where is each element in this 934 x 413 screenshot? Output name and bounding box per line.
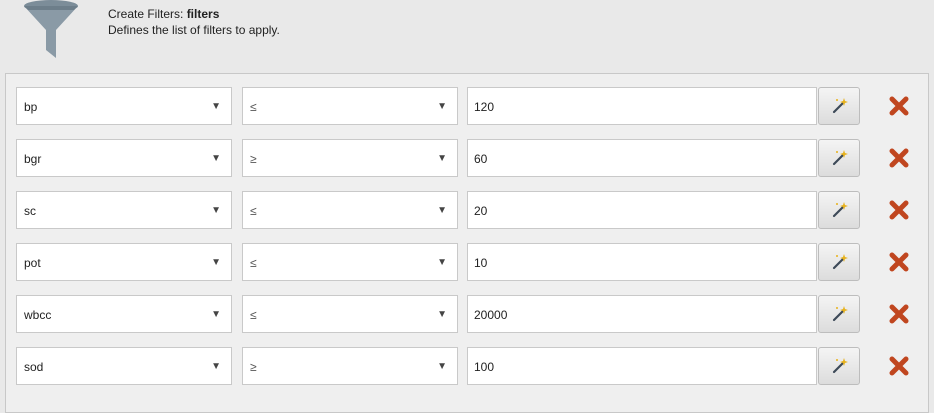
chevron-down-icon: ▼ <box>211 361 221 372</box>
field-select[interactable]: sc ▼ <box>16 191 232 229</box>
close-icon[interactable] <box>888 95 910 117</box>
chevron-down-icon: ▼ <box>437 257 447 268</box>
operator-select[interactable]: ≥ ▼ <box>242 139 458 177</box>
chevron-down-icon: ▼ <box>437 361 447 372</box>
header: Create Filters: filters Defines the list… <box>0 0 934 72</box>
close-icon[interactable] <box>888 199 910 221</box>
expression-button[interactable] <box>818 295 860 333</box>
expression-button[interactable] <box>818 191 860 229</box>
operator-select[interactable]: ≥ ▼ <box>242 347 458 385</box>
expression-button[interactable] <box>818 243 860 281</box>
value-input[interactable]: 60 <box>467 139 817 177</box>
value-input[interactable]: 20000 <box>467 295 817 333</box>
operator-value: ≤ <box>250 204 257 218</box>
operator-value: ≥ <box>250 152 257 166</box>
chevron-down-icon: ▼ <box>211 257 221 268</box>
field-value: bp <box>24 100 38 114</box>
chevron-down-icon: ▼ <box>437 153 447 164</box>
field-value: sod <box>24 360 44 374</box>
value-input[interactable]: 100 <box>467 347 817 385</box>
operator-select[interactable]: ≤ ▼ <box>242 87 458 125</box>
operator-value: ≥ <box>250 360 257 374</box>
value-input[interactable]: 20 <box>467 191 817 229</box>
page-description: Defines the list of filters to apply. <box>108 23 280 37</box>
filters-panel: bp ▼ ≤ ▼ 120 bgr ▼ ≥ ▼ 60 sc ▼ ≤ ▼ 20 po… <box>5 73 929 413</box>
chevron-down-icon: ▼ <box>211 153 221 164</box>
operator-value: ≤ <box>250 100 257 114</box>
value-input[interactable]: 10 <box>467 243 817 281</box>
operator-value: ≤ <box>250 308 257 322</box>
field-select[interactable]: bgr ▼ <box>16 139 232 177</box>
expression-button[interactable] <box>818 347 860 385</box>
expression-button[interactable] <box>818 87 860 125</box>
chevron-down-icon: ▼ <box>437 101 447 112</box>
magic-wand-icon <box>832 150 848 166</box>
expression-button[interactable] <box>818 139 860 177</box>
chevron-down-icon: ▼ <box>437 309 447 320</box>
magic-wand-icon <box>832 254 848 270</box>
field-value: wbcc <box>24 308 52 322</box>
chevron-down-icon: ▼ <box>211 205 221 216</box>
chevron-down-icon: ▼ <box>211 101 221 112</box>
close-icon[interactable] <box>888 251 910 273</box>
operator-select[interactable]: ≤ ▼ <box>242 243 458 281</box>
value-input[interactable]: 120 <box>467 87 817 125</box>
magic-wand-icon <box>832 98 848 114</box>
header-text: Create Filters: filters Defines the list… <box>108 6 280 38</box>
field-value: sc <box>24 204 36 218</box>
close-icon[interactable] <box>888 303 910 325</box>
operator-select[interactable]: ≤ ▼ <box>242 191 458 229</box>
field-value: pot <box>24 256 41 270</box>
page-title: Create Filters: filters <box>108 7 220 21</box>
magic-wand-icon <box>832 202 848 218</box>
field-select[interactable]: pot ▼ <box>16 243 232 281</box>
operator-value: ≤ <box>250 256 257 270</box>
chevron-down-icon: ▼ <box>437 205 447 216</box>
field-select[interactable]: wbcc ▼ <box>16 295 232 333</box>
filter-name: filters <box>186 7 220 21</box>
close-icon[interactable] <box>888 355 910 377</box>
operator-select[interactable]: ≤ ▼ <box>242 295 458 333</box>
magic-wand-icon <box>832 306 848 322</box>
field-select[interactable]: sod ▼ <box>16 347 232 385</box>
close-icon[interactable] <box>888 147 910 169</box>
magic-wand-icon <box>832 358 848 374</box>
field-select[interactable]: bp ▼ <box>16 87 232 125</box>
field-value: bgr <box>24 152 42 166</box>
chevron-down-icon: ▼ <box>211 309 221 320</box>
funnel-icon <box>24 0 78 58</box>
